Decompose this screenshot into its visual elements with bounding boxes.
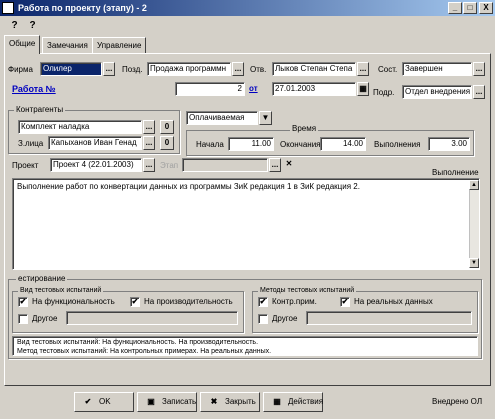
client-field[interactable]: Комплект наладка bbox=[18, 120, 142, 134]
firm-field[interactable]: Олилер bbox=[40, 62, 102, 76]
performance-label: На производительность bbox=[144, 297, 233, 306]
tab-general[interactable]: Общие bbox=[4, 35, 41, 54]
tab-remarks[interactable]: Замечания bbox=[42, 37, 93, 53]
responsible-select-button[interactable]: ... bbox=[357, 62, 369, 76]
title-bar: Работа по проекту (этапу) - 2 bbox=[0, 0, 495, 16]
execution-scrollbar[interactable] bbox=[469, 180, 479, 268]
maximize-button[interactable]: □ bbox=[463, 2, 477, 14]
project-label: Проект bbox=[12, 161, 39, 170]
performance-checkbox[interactable]: ✔ bbox=[130, 297, 140, 307]
close-button[interactable]: ✖ Закрыть bbox=[200, 392, 260, 412]
chevron-down-icon[interactable]: ▼ bbox=[259, 111, 272, 125]
payment-select[interactable]: Оплачиваемая bbox=[186, 111, 258, 125]
close-window-button[interactable]: X bbox=[479, 2, 493, 14]
work-number-field[interactable]: 2 bbox=[175, 82, 245, 96]
execution-title: Выполнение bbox=[430, 168, 481, 178]
contact-count[interactable]: 0 bbox=[160, 136, 174, 150]
end-time-field[interactable]: 14.00 bbox=[320, 137, 366, 151]
position-label: Позд. bbox=[122, 65, 143, 74]
stage-select-button[interactable]: ... bbox=[269, 158, 281, 172]
contact-select-button[interactable]: ... bbox=[143, 136, 155, 150]
real-data-label: На реальных данных bbox=[354, 297, 433, 306]
calendar-button[interactable]: ▦ bbox=[357, 82, 369, 96]
execution-textarea[interactable]: Выполнение работ по конвертации данных и… bbox=[12, 178, 480, 270]
ok-button[interactable]: ✔ OK bbox=[74, 392, 134, 412]
contact-label: З.лица bbox=[18, 139, 44, 148]
save-button[interactable]: ▣ Записать bbox=[137, 392, 197, 412]
method-other-checkbox[interactable] bbox=[258, 314, 268, 324]
firm-select-button[interactable]: ... bbox=[103, 62, 115, 76]
status-text: Внедрено ОЛ bbox=[432, 397, 483, 406]
project-select-button[interactable]: ... bbox=[143, 158, 155, 172]
scroll-up-icon[interactable]: ▲ bbox=[469, 180, 479, 190]
contact-field[interactable]: Капыханов Иван Генад bbox=[48, 136, 142, 150]
testing-summary-line2: Метод тестовых испытаний: На контрольных… bbox=[17, 348, 272, 355]
contractors-title: Контрагенты bbox=[14, 105, 66, 115]
check-icon: ✔ bbox=[84, 397, 92, 406]
close-icon: ✖ bbox=[210, 397, 218, 406]
responsible-label: Отв. bbox=[250, 65, 267, 74]
context-help-icon[interactable]: ? bbox=[26, 19, 39, 32]
actions-icon: ▦ bbox=[273, 397, 281, 406]
done-time-field[interactable]: 3.00 bbox=[428, 137, 470, 151]
minimize-button[interactable]: _ bbox=[448, 2, 462, 14]
help-icon[interactable]: ? bbox=[8, 19, 21, 32]
stage-field bbox=[182, 158, 268, 172]
testing-summary[interactable]: Вид тестовых испытаний: На функционально… bbox=[12, 336, 478, 356]
responsible-field[interactable]: Лыков Степан Степа bbox=[272, 62, 356, 76]
functionality-label: На функциональность bbox=[32, 297, 115, 306]
position-select-button[interactable]: ... bbox=[232, 62, 244, 76]
firm-label: Фирма bbox=[8, 65, 33, 74]
time-title: Время bbox=[290, 124, 319, 134]
control-examples-checkbox[interactable]: ✔ bbox=[258, 297, 268, 307]
execution-text: Выполнение работ по конвертации данных и… bbox=[17, 182, 360, 191]
save-icon: ▣ bbox=[147, 397, 155, 406]
kind-other-checkbox[interactable] bbox=[18, 314, 28, 324]
work-date-field[interactable]: 27.01.2003 bbox=[272, 82, 356, 96]
department-select-button[interactable]: ... bbox=[473, 85, 485, 99]
department-field[interactable]: Отдел внедрения bbox=[402, 85, 472, 99]
testing-title: естирование bbox=[16, 274, 68, 284]
department-label: Подр. bbox=[373, 88, 395, 97]
client-count[interactable]: 0 bbox=[160, 120, 174, 134]
project-field[interactable]: Проект 4 (22.01.2003) bbox=[50, 158, 142, 172]
state-select-button[interactable]: ... bbox=[473, 62, 485, 76]
functionality-checkbox[interactable]: ✔ bbox=[18, 297, 28, 307]
kind-other-label: Другое bbox=[32, 314, 58, 323]
start-label: Начала bbox=[196, 140, 224, 149]
client-select-button[interactable]: ... bbox=[143, 120, 155, 134]
test-kinds-title: Вид тестовых испытаний bbox=[18, 286, 104, 296]
app-icon bbox=[2, 2, 14, 14]
stage-label: Этап bbox=[160, 161, 179, 170]
tab-management[interactable]: Управление bbox=[92, 37, 147, 53]
real-data-checkbox[interactable]: ✔ bbox=[340, 297, 350, 307]
scroll-down-icon[interactable]: ▼ bbox=[469, 258, 479, 268]
method-other-label: Другое bbox=[272, 314, 298, 323]
clear-stage-icon[interactable]: ✕ bbox=[283, 158, 295, 172]
test-methods-title: Методы тестовых испытаний bbox=[258, 286, 357, 296]
start-time-field[interactable]: 11.00 bbox=[228, 137, 274, 151]
testing-summary-line1: Вид тестовых испытаний: На функционально… bbox=[17, 339, 259, 346]
position-field[interactable]: Продажа программн bbox=[147, 62, 231, 76]
kind-other-field bbox=[66, 311, 238, 325]
done-label: Выполнения bbox=[374, 140, 421, 149]
end-label: Окончания bbox=[280, 140, 321, 149]
state-field[interactable]: Завершен bbox=[402, 62, 472, 76]
state-label: Сост. bbox=[378, 65, 398, 74]
control-examples-label: Контр.прим. bbox=[272, 297, 317, 306]
window-title: Работа по проекту (этапу) - 2 bbox=[18, 3, 147, 13]
work-number-link[interactable]: Работа № bbox=[12, 84, 56, 94]
from-date-link[interactable]: от bbox=[249, 84, 258, 93]
method-other-field bbox=[306, 311, 472, 325]
actions-button[interactable]: ▦ Действия bbox=[263, 392, 323, 412]
